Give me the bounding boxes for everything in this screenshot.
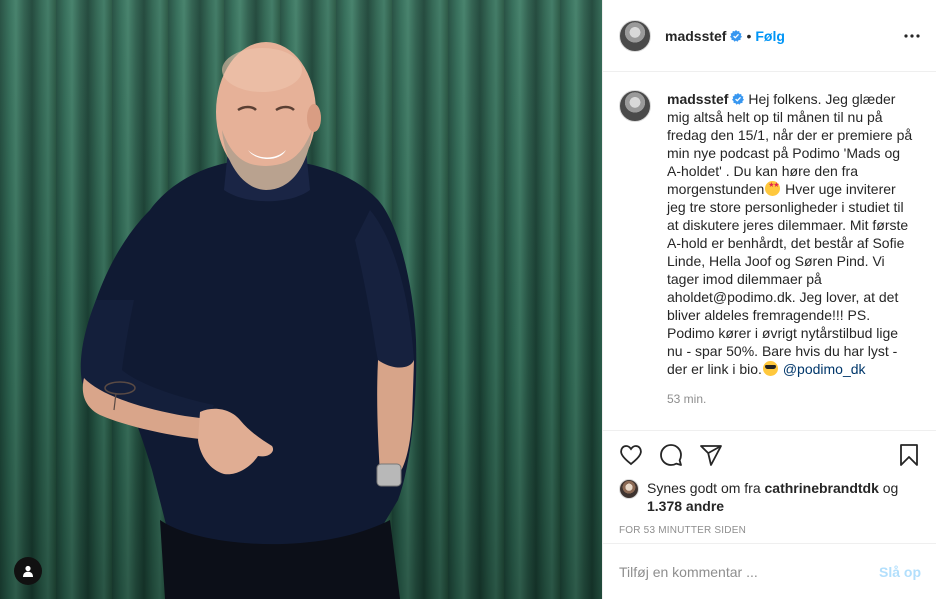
caption-time[interactable]: 53 min. [667,392,921,406]
caption-text: madsstef Hej folkens. Jeg glæder mig alt… [667,90,917,378]
sunglasses-emoji-icon [762,361,778,376]
post-photo[interactable] [0,0,602,599]
comment-icon [660,444,682,466]
share-icon [700,445,722,466]
actions-area: Synes godt om fra cathrinebrandtdk og 1.… [603,430,936,536]
caption-row: madsstef Hej folkens. Jeg glæder mig alt… [619,90,921,378]
liker-username[interactable]: cathrinebrandtdk [765,480,879,496]
verified-badge-icon [732,93,745,105]
post-modal: madsstef • Følg madsstef Hej folkens. Je… [0,0,936,599]
man-smiling-photo [80,42,417,599]
bookmark-icon [900,444,918,466]
add-comment-bar: Slå op [603,543,936,599]
post-header: madsstef • Følg [603,0,936,72]
follow-button[interactable]: Følg [755,28,785,44]
likes-others-link[interactable]: 1.378 andre [647,498,724,514]
avatar[interactable] [619,19,651,52]
likes-middle: og [878,480,899,496]
comment-input[interactable] [619,563,871,580]
header-username[interactable]: madsstef [665,28,726,44]
separator-dot: • [746,27,752,44]
caption-body-2: Hver uge inviterer jeg tre store personl… [667,181,909,377]
share-button[interactable] [699,443,723,467]
caption-username[interactable]: madsstef [667,91,728,107]
user-tag-icon [23,565,33,577]
avatar[interactable] [619,90,651,122]
action-icons-row [619,431,921,479]
star-struck-emoji-icon [765,181,781,196]
comment-button[interactable] [659,443,683,467]
comments-section: madsstef Hej folkens. Jeg glæder mig alt… [603,72,936,428]
likes-summary: Synes godt om fra cathrinebrandtdk og 1.… [619,479,921,515]
mention-link[interactable]: @podimo_dk [783,361,866,377]
post-comment-button[interactable]: Slå op [879,564,921,580]
verified-badge-icon [730,29,743,42]
avatar[interactable] [619,479,639,499]
like-button[interactable] [619,443,643,467]
more-options-icon[interactable] [903,27,921,45]
save-button[interactable] [897,443,921,467]
likes-text: Synes godt om fra cathrinebrandtdk og 1.… [647,479,898,515]
likes-prefix: Synes godt om fra [647,480,765,496]
user-tag-button[interactable] [14,557,42,585]
post-side-panel: madsstef • Følg madsstef Hej folkens. Je… [602,0,936,599]
post-timestamp[interactable]: FOR 53 MINUTTER SIDEN [619,525,921,536]
heart-icon [620,445,642,466]
